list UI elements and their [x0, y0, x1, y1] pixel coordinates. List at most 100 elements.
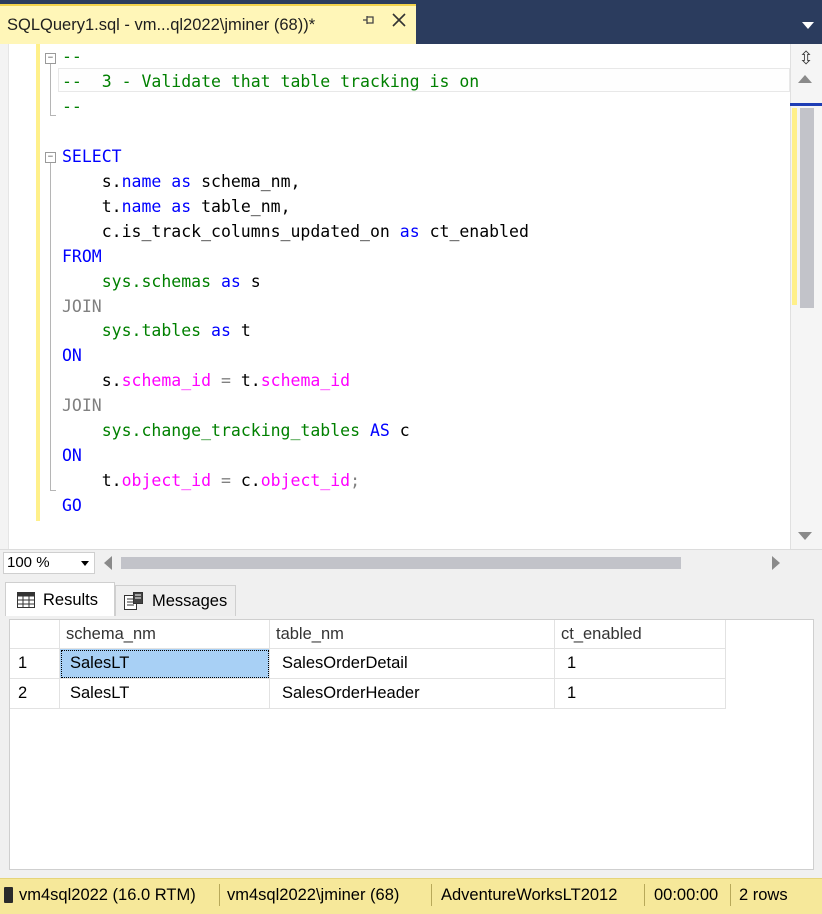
document-tab[interactable]: SQLQuery1.sql - vm...ql2022\jminer (68))…: [0, 4, 416, 44]
code-line[interactable]: ON: [62, 343, 82, 368]
table-cell[interactable]: SalesLT: [60, 679, 270, 709]
code-token: sys.tables: [101, 321, 202, 341]
chevron-down-icon[interactable]: [81, 561, 89, 566]
code-token: object_id: [260, 471, 351, 491]
column-header-schema-nm[interactable]: schema_nm: [60, 620, 270, 649]
code-token: =: [220, 471, 231, 491]
horizontal-scroll-thumb[interactable]: [121, 557, 681, 569]
scrollbar-change-marker: [792, 108, 797, 305]
table-cell[interactable]: 1: [555, 649, 726, 679]
code-token: -- 3 - Validate that table tracking is o…: [62, 71, 480, 91]
code-token: JOIN: [62, 296, 102, 316]
code-line[interactable]: --: [62, 44, 82, 69]
fold-guide-end: [50, 115, 56, 116]
code-token: table_nm,: [191, 196, 291, 216]
row-number[interactable]: 1: [10, 649, 60, 679]
table-cell[interactable]: 1: [555, 679, 726, 709]
connection-status-icon: [4, 887, 13, 903]
code-token: s.: [62, 171, 122, 191]
code-token: as: [220, 271, 241, 291]
tab-messages[interactable]: Messages: [115, 585, 236, 616]
fold-guide-end: [50, 490, 56, 491]
code-line[interactable]: JOIN: [62, 393, 102, 418]
code-token: schema_nm,: [191, 171, 301, 191]
status-divider: [431, 884, 432, 906]
code-token: schema_id: [260, 371, 351, 391]
code-token: as: [399, 221, 420, 241]
fold-guide: [50, 64, 51, 115]
code-line[interactable]: SELECT: [62, 144, 122, 169]
grid-icon: [17, 592, 35, 608]
scroll-left-arrow-icon[interactable]: [104, 556, 112, 570]
scroll-down-arrow-icon[interactable]: [798, 532, 812, 540]
code-line[interactable]: ON: [62, 443, 82, 468]
code-token: JOIN: [62, 396, 102, 416]
code-token: s: [240, 271, 261, 291]
code-token: ct_enabled: [419, 221, 529, 241]
code-line[interactable]: s.name as schema_nm,: [62, 169, 301, 194]
code-token: GO: [62, 496, 82, 516]
scroll-up-arrow-icon[interactable]: [798, 75, 812, 83]
code-token: t: [230, 321, 251, 341]
code-token: ON: [62, 346, 82, 366]
code-token: c.: [230, 471, 261, 491]
table-cell-selected[interactable]: SalesLT: [60, 649, 270, 679]
scroll-right-arrow-icon[interactable]: [772, 556, 780, 570]
column-header-table-nm[interactable]: table_nm: [270, 620, 555, 649]
code-token: sys.change_tracking_tables: [101, 421, 361, 441]
code-line[interactable]: sys.schemas as s: [62, 269, 261, 294]
code-line[interactable]: sys.change_tracking_tables AS c: [62, 418, 410, 443]
code-line[interactable]: t.name as table_nm,: [62, 194, 291, 219]
tab-messages-label: Messages: [152, 591, 228, 610]
code-token: name: [121, 196, 162, 216]
code-line[interactable]: FROM: [62, 244, 102, 269]
code-token: =: [220, 371, 231, 391]
code-token: ON: [62, 446, 82, 466]
collapse-region-icon[interactable]: −: [45, 53, 56, 64]
code-token: c: [389, 421, 410, 441]
code-token: s.: [62, 371, 122, 391]
code-line[interactable]: sys.tables as t: [62, 318, 251, 343]
code-line[interactable]: GO: [62, 493, 82, 518]
results-grid[interactable]: schema_nm table_nm ct_enabled 1 SalesLT …: [9, 619, 814, 870]
tab-list-dropdown-icon[interactable]: [802, 22, 814, 29]
code-line[interactable]: s.schema_id = t.schema_id: [62, 368, 350, 393]
status-login: vm4sql2022\jminer (68): [227, 886, 400, 904]
row-number[interactable]: 2: [10, 679, 60, 709]
code-token: as: [171, 196, 192, 216]
editor-gutter: [0, 44, 9, 549]
messages-icon: [124, 592, 143, 610]
vertical-scroll-thumb[interactable]: [800, 108, 814, 308]
code-line[interactable]: c.is_track_columns_updated_on as ct_enab…: [62, 219, 529, 244]
column-header-ct-enabled[interactable]: ct_enabled: [555, 620, 726, 649]
code-line[interactable]: -- 3 - Validate that table tracking is o…: [62, 69, 479, 94]
pin-icon[interactable]: [362, 13, 376, 27]
scroll-position-marker: [790, 103, 822, 106]
close-icon[interactable]: [391, 12, 407, 28]
status-divider: [730, 884, 731, 906]
grid-corner-header[interactable]: [10, 620, 60, 649]
code-token: t.: [62, 196, 122, 216]
code-line[interactable]: JOIN: [62, 294, 102, 319]
window-splitter-icon[interactable]: ⇳: [796, 48, 816, 68]
code-token: SELECT: [62, 146, 122, 166]
table-cell[interactable]: SalesOrderHeader: [270, 679, 555, 709]
status-server: vm4sql2022 (16.0 RTM): [19, 886, 196, 904]
tab-results[interactable]: Results: [5, 582, 115, 617]
zoom-level-value: 100 %: [7, 554, 50, 571]
code-token: schema_id: [121, 371, 212, 391]
code-token: AS: [369, 421, 390, 441]
status-divider: [644, 884, 645, 906]
code-line[interactable]: t.object_id = c.object_id;: [62, 468, 360, 493]
code-line[interactable]: --: [62, 94, 82, 119]
code-token: FROM: [62, 246, 102, 266]
code-token: --: [62, 96, 82, 116]
table-cell[interactable]: SalesOrderDetail: [270, 649, 555, 679]
collapse-region-icon[interactable]: −: [45, 152, 56, 163]
